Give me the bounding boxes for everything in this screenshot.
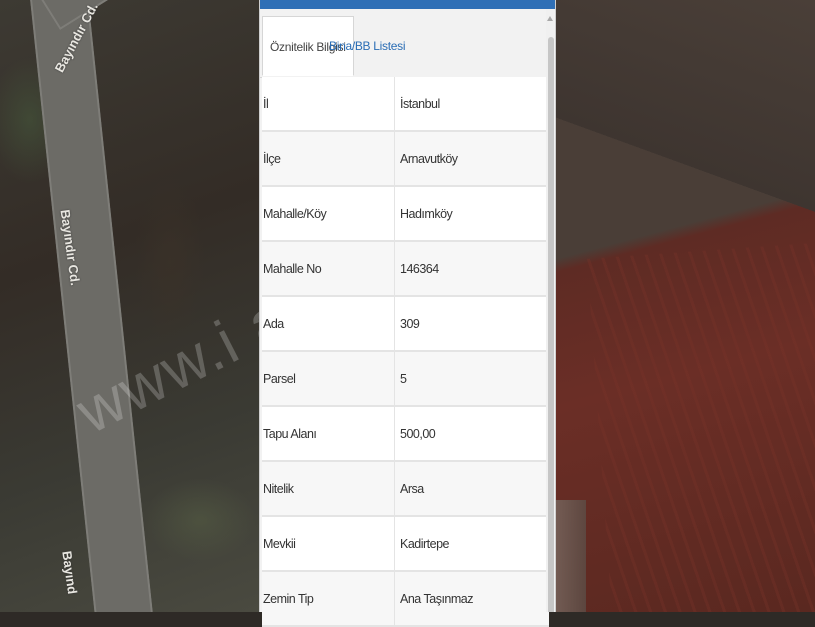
row-key: İlçe: [262, 132, 395, 185]
table-row: Mevkii Kadirtepe: [262, 517, 549, 572]
field-texture: [587, 242, 815, 612]
row-value: Ana Taşınmaz: [400, 591, 473, 606]
row-value: 146364: [400, 261, 439, 276]
tab-building-list[interactable]: Bina/BB Listesi: [322, 16, 412, 76]
table-row: Ada 309: [262, 297, 549, 352]
table-row: Parsel 5: [262, 352, 549, 407]
row-key: Parsel: [262, 352, 395, 405]
row-value: 5: [400, 371, 407, 386]
row-key: Nitelik: [262, 462, 395, 515]
row-value: 309: [400, 316, 420, 331]
row-key: Mevkii: [262, 517, 395, 570]
panel-tabs: Öznitelik Bilgisi Bina/BB Listesi: [260, 9, 549, 78]
table-row: İlçe Arnavutköy: [262, 132, 549, 187]
attribute-panel: Öznitelik Bilgisi Bina/BB Listesi İl İst…: [259, 0, 556, 627]
scroll-up-arrow-icon[interactable]: [547, 16, 553, 21]
row-value: 500,00: [400, 426, 436, 441]
table-row: Zemin Tip Ana Taşınmaz: [262, 572, 549, 627]
table-row: Tapu Alanı 500,00: [262, 407, 549, 462]
row-value: Kadirtepe: [400, 536, 450, 551]
row-key: Ada: [262, 297, 395, 350]
table-row: Mahalle No 146364: [262, 242, 549, 297]
row-key: Tapu Alanı: [262, 407, 395, 460]
panel-header-bar: [260, 0, 555, 9]
row-value: Arnavutköy: [400, 151, 458, 166]
row-value: Arsa: [400, 481, 424, 496]
map-terrain: [556, 500, 586, 612]
row-key: Mahalle/Köy: [262, 187, 395, 240]
table-row: Nitelik Arsa: [262, 462, 549, 517]
row-key: Zemin Tip: [262, 572, 395, 625]
attribute-table: İl İstanbul İlçe Arnavutköy Mahalle/Köy …: [262, 77, 549, 627]
table-row: Mahalle/Köy Hadımköy: [262, 187, 549, 242]
table-row: İl İstanbul: [262, 77, 549, 132]
row-key: Mahalle No: [262, 242, 395, 295]
scrollbar-thumb[interactable]: [548, 37, 554, 612]
row-value: İstanbul: [400, 96, 440, 111]
row-key: İl: [262, 77, 395, 130]
row-value: Hadımköy: [400, 206, 453, 221]
